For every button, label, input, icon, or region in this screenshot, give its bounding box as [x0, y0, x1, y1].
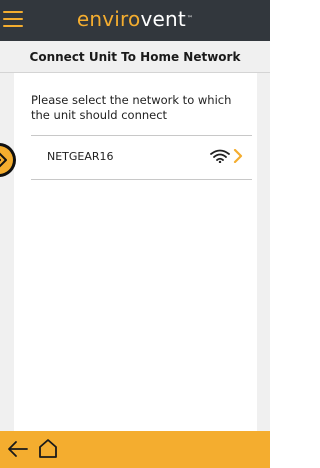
logo-text-vent: vent: [140, 7, 186, 31]
logo-text-enviro: enviro: [76, 7, 141, 31]
wifi-icon: [210, 149, 230, 163]
app-header: envirovent™: [0, 0, 270, 41]
network-list-card: Please select the network to which the u…: [14, 73, 257, 431]
logo-trademark: ™: [186, 15, 194, 22]
chevron-right-icon[interactable]: [233, 149, 243, 163]
right-margin: [257, 73, 270, 431]
arrow-left-icon[interactable]: [7, 439, 29, 459]
divider-bottom: [31, 179, 252, 180]
network-ssid: NETGEAR16: [47, 150, 114, 163]
page-title: Connect Unit To Home Network: [29, 50, 241, 64]
network-list-item[interactable]: NETGEAR16: [31, 135, 252, 179]
instruction-text: Please select the network to which the u…: [31, 93, 232, 122]
left-margin: [0, 73, 14, 431]
bottom-nav-bar: [0, 431, 270, 468]
envirovent-logo: envirovent™: [0, 5, 270, 33]
title-bar: Connect Unit To Home Network: [0, 41, 270, 73]
home-icon[interactable]: [37, 437, 59, 459]
double-chevron-right-icon[interactable]: [0, 142, 17, 178]
